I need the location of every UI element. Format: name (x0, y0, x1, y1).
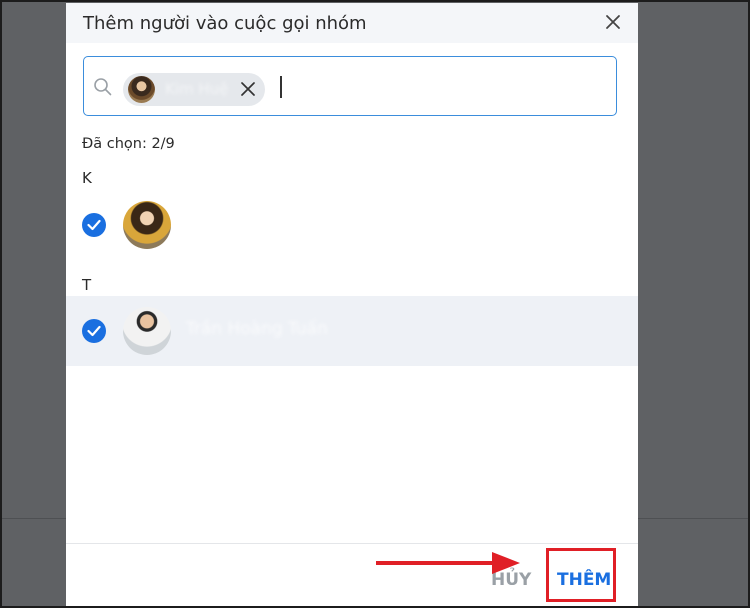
background-divider-right (638, 518, 750, 519)
selected-contact-chip: Kim Huệ (123, 73, 265, 106)
contact-name: Kim Huệ (186, 213, 258, 233)
footer-divider (66, 543, 638, 544)
contact-row[interactable]: Kim Huệ (66, 190, 638, 260)
check-icon[interactable] (82, 319, 106, 343)
background-divider-left (0, 518, 66, 519)
contact-name: Trần Hoàng Tuấn (186, 319, 328, 339)
group-header-t: T (82, 276, 92, 294)
remove-chip-icon[interactable] (239, 80, 257, 98)
search-icon (93, 77, 113, 97)
arrow-icon (376, 552, 520, 574)
group-header-k: K (82, 169, 92, 187)
close-icon[interactable] (602, 11, 624, 33)
text-cursor (280, 76, 282, 98)
avatar (128, 76, 155, 103)
add-button[interactable]: THÊM (557, 570, 611, 590)
chip-contact-name: Kim Huệ (165, 80, 229, 98)
check-icon[interactable] (82, 213, 106, 237)
search-input[interactable]: Kim Huệ (83, 56, 617, 116)
avatar (123, 307, 171, 355)
dialog-header: Thêm người vào cuộc gọi nhóm (66, 3, 638, 43)
selected-count: Đã chọn: 2/9 (82, 136, 175, 152)
dialog-title: Thêm người vào cuộc gọi nhóm (83, 13, 367, 34)
add-to-group-call-dialog: Thêm người vào cuộc gọi nhóm Kim Huệ Đã … (66, 3, 638, 608)
contact-row[interactable]: Trần Hoàng Tuấn (66, 296, 638, 366)
avatar (123, 201, 171, 249)
